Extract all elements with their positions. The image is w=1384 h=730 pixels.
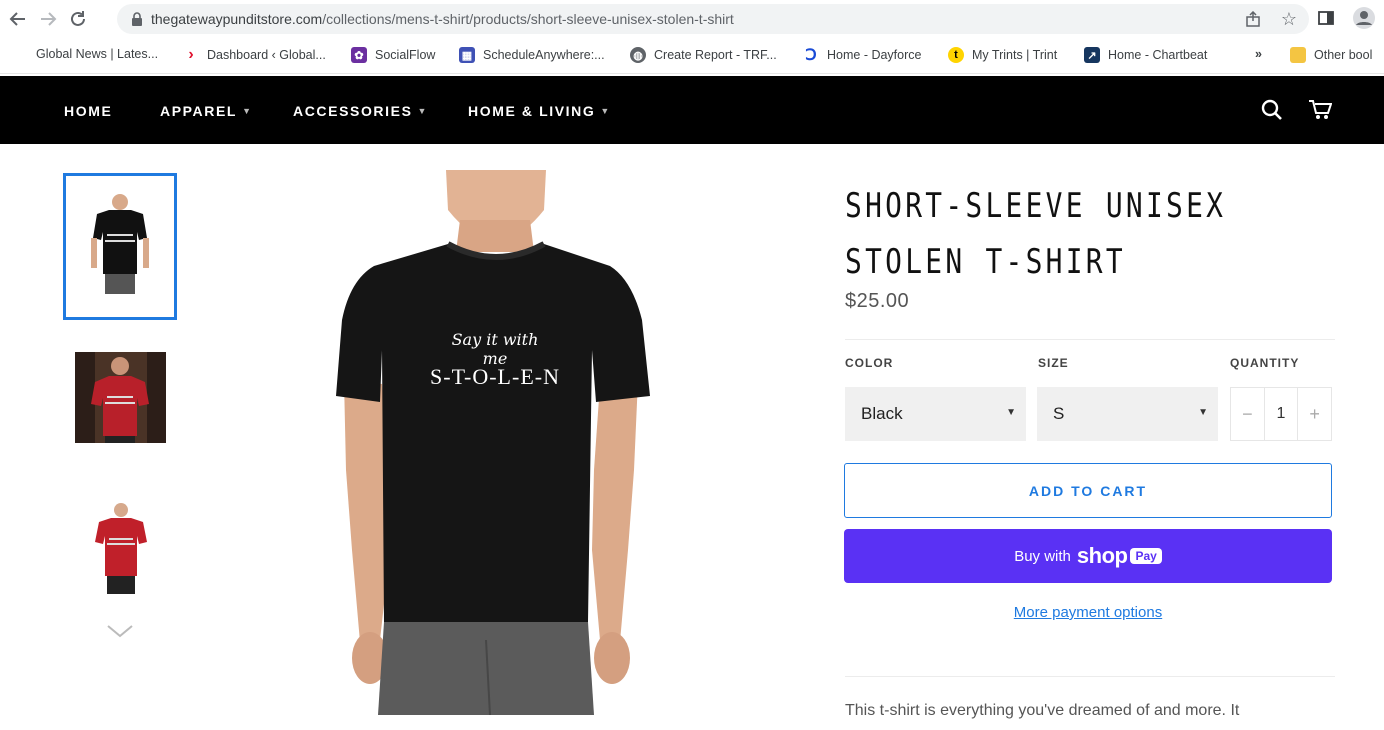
shirt-print-line2: S-T-O-L-E-N (430, 364, 560, 389)
model-shirt-image (336, 170, 650, 716)
bookmarks-overflow-button[interactable]: » (1255, 47, 1262, 61)
nav-accessories-label: ACCESSORIES (293, 103, 413, 119)
divider (845, 339, 1335, 340)
size-label: SIZE (1038, 356, 1069, 370)
product-title: SHORT-SLEEVE UNISEX STOLEN T-SHIRT (845, 178, 1239, 290)
nav-home-label: HOME (64, 103, 113, 119)
product-title-line1: SHORT-SLEEVE UNISEX (845, 186, 1227, 226)
bookmark-dayforce[interactable]: Ↄ Home - Dayforce (803, 47, 922, 64)
globe-icon: ◍ (630, 47, 646, 63)
quantity-increment-button[interactable]: + (1298, 404, 1331, 425)
nav-apparel[interactable]: APPAREL ▼ (160, 103, 253, 119)
folder-icon (1290, 47, 1306, 63)
product-thumbnail-red-woman[interactable] (93, 502, 149, 596)
bookmark-label: Home - Dayforce (827, 48, 922, 62)
bookmarks-bar: Global News | Lates... › Dashboard ‹ Glo… (0, 38, 1384, 74)
bookmark-label: Dashboard ‹ Global... (207, 48, 326, 62)
star-icon[interactable]: ☆ (1279, 9, 1299, 29)
bookmark-global-news[interactable]: Global News | Lates... (36, 47, 158, 61)
bookmark-label: SocialFlow (375, 48, 436, 62)
browser-toolbar: thegatewaypunditstore.com/collections/me… (0, 0, 1384, 38)
bookmark-label: ScheduleAnywhere:... (483, 48, 605, 62)
shop-pay-badge: Pay (1130, 548, 1162, 564)
more-payment-options-link[interactable]: More payment options (844, 604, 1332, 621)
trint-favicon: t (948, 47, 964, 63)
shop-pay-logo: shop (1076, 543, 1128, 568)
product-thumbnail-red-man[interactable] (75, 352, 166, 443)
nav-home[interactable]: HOME (64, 103, 112, 119)
product-thumbnail-black[interactable] (63, 173, 177, 320)
share-icon[interactable] (1243, 9, 1263, 29)
bookmark-chartbeat[interactable]: ↗ Home - Chartbeat (1084, 47, 1207, 63)
shirt-print-line1: Say it with me (451, 330, 539, 368)
size-select-value: S (1053, 404, 1065, 423)
product-main-image[interactable] (330, 170, 650, 716)
nav-apparel-label: APPAREL (160, 103, 238, 119)
gallery-next-chevron-icon[interactable] (104, 620, 136, 642)
bookmark-label: Global News | Lates... (36, 47, 159, 61)
bookmark-label: Home - Chartbeat (1108, 48, 1208, 62)
nav-home-living[interactable]: HOME & LIVING ▼ (468, 103, 611, 119)
profile-avatar-icon[interactable] (1352, 6, 1376, 30)
quantity-stepper[interactable]: − 1 + (1230, 387, 1332, 441)
bookmark-trint[interactable]: t My Trints | Trint (948, 47, 1057, 63)
bookmark-label: My Trints | Trint (972, 48, 1058, 62)
search-icon[interactable] (1259, 97, 1285, 123)
url-text: thegatewaypunditstore.com/collections/me… (151, 11, 734, 27)
url-path: /collections/mens-t-shirt/products/short… (322, 11, 734, 27)
product-price: $25.00 (845, 290, 910, 312)
chevron-down-icon: ▼ (1006, 407, 1016, 418)
shop-pay-button[interactable]: Buy with shop Pay (844, 529, 1332, 583)
nav-accessories[interactable]: ACCESSORIES ▼ (293, 103, 428, 119)
reload-icon[interactable] (63, 4, 93, 34)
quantity-input[interactable]: 1 (1263, 387, 1299, 441)
nav-home-living-label: HOME & LIVING (468, 103, 596, 119)
color-label: COLOR (845, 356, 894, 370)
chartbeat-favicon: ↗ (1084, 47, 1100, 63)
bookmark-socialflow[interactable]: ✿ SocialFlow (351, 47, 435, 63)
chevron-down-icon: ▼ (417, 106, 429, 116)
bookmarks-overflow-label: » (1255, 47, 1262, 61)
quantity-label: QUANTITY (1230, 356, 1300, 370)
other-bookmarks-label: Other bool (1314, 48, 1373, 62)
add-to-cart-button[interactable]: ADD TO CART (844, 463, 1332, 518)
color-select[interactable]: Black ▼ (845, 387, 1026, 441)
other-bookmarks-folder[interactable]: Other bool (1290, 47, 1372, 63)
url-domain: thegatewaypunditstore.com (151, 11, 323, 27)
lock-icon[interactable] (123, 12, 151, 26)
red-shirt-man-thumb-image (75, 352, 166, 443)
address-bar[interactable]: thegatewaypunditstore.com/collections/me… (117, 4, 1309, 34)
product-title-line2: STOLEN T-SHIRT (845, 242, 1126, 282)
bookmark-dashboard[interactable]: › Dashboard ‹ Global... (183, 46, 326, 63)
bookmark-label: Create Report - TRF... (654, 48, 777, 62)
bookmark-scheduleanywhere[interactable]: ▦ ScheduleAnywhere:... (459, 47, 605, 63)
store-header: HOME APPAREL ▼ ACCESSORIES ▼ HOME & LIVI… (0, 76, 1384, 144)
red-shirt-woman-thumb-image (95, 503, 147, 594)
color-select-value: Black (861, 404, 903, 423)
product-description: This t-shirt is everything you've dreame… (845, 702, 1240, 719)
back-arrow-icon[interactable] (3, 4, 33, 34)
divider (845, 676, 1335, 677)
black-shirt-thumb-image (91, 193, 149, 294)
bookmark-create-report[interactable]: ◍ Create Report - TRF... (630, 47, 777, 63)
forward-arrow-icon[interactable] (33, 4, 63, 34)
chevron-down-icon: ▼ (242, 106, 253, 116)
dashboard-favicon: › (188, 46, 194, 63)
cart-icon[interactable] (1307, 97, 1333, 123)
socialflow-favicon: ✿ (351, 47, 367, 63)
scheduleanywhere-favicon: ▦ (459, 47, 475, 63)
size-select[interactable]: S ▼ (1037, 387, 1218, 441)
dayforce-favicon: Ↄ (805, 47, 817, 64)
chevron-down-icon: ▼ (1198, 407, 1208, 418)
shop-pay-prefix: Buy with (1014, 547, 1071, 565)
side-panel-icon[interactable] (1314, 6, 1338, 30)
quantity-decrement-button[interactable]: − (1231, 404, 1264, 425)
chevron-down-icon: ▼ (600, 106, 611, 116)
